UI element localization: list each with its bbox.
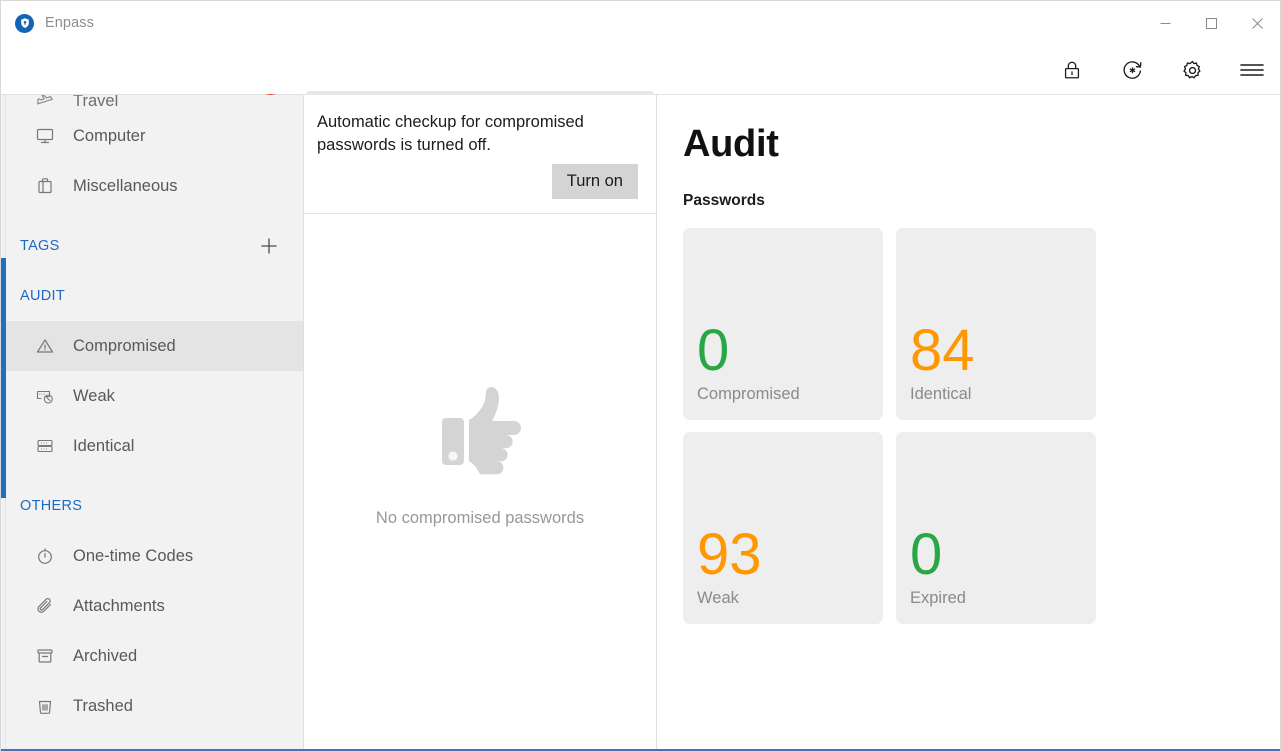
item-list-panel: Automatic checkup for compromised passwo… (304, 95, 657, 751)
sidebar-item-label: Attachments (73, 596, 165, 615)
monitor-icon (34, 126, 56, 146)
audit-card-value: 0 (910, 521, 943, 587)
sidebar-section-audit: AUDIT (6, 271, 303, 321)
audit-card-expired[interactable]: 0 Expired (896, 432, 1096, 624)
sidebar-item-label: One-time Codes (73, 546, 194, 565)
enpass-window: Enpass Search (0, 0, 1281, 752)
sidebar-item-label: Computer (73, 126, 146, 145)
sidebar-section-others: OTHERS (6, 481, 303, 531)
empty-state: No compromised passwords (304, 214, 656, 751)
lock-icon[interactable] (1058, 56, 1086, 84)
sidebar-section-label: AUDIT (20, 288, 65, 304)
gear-icon[interactable] (1178, 56, 1206, 84)
close-button[interactable] (1234, 1, 1280, 45)
hamburger-menu-icon[interactable] (1238, 56, 1266, 84)
sidebar-item-travel[interactable]: Travel (6, 95, 303, 111)
sidebar-item-label: Archived (73, 646, 138, 665)
sidebar-item-attachments[interactable]: Attachments (6, 581, 303, 631)
maximize-button[interactable] (1188, 1, 1234, 45)
audit-card-label: Compromised (697, 385, 800, 403)
sidebar-section-tags: TAGS (6, 221, 303, 271)
archive-box-icon (34, 646, 56, 666)
main-body: Travel Computer Miscellaneous TAGS AUDIT… (1, 95, 1280, 751)
sidebar-item-one-time-codes[interactable]: One-time Codes (6, 531, 303, 581)
refresh-asterisk-icon[interactable] (1118, 56, 1146, 84)
sidebar-item-weak[interactable]: Weak (6, 371, 303, 421)
title-bar: Enpass (1, 1, 1280, 45)
audit-card-value: 93 (697, 521, 762, 587)
audit-card-compromised[interactable]: 0 Compromised (683, 228, 883, 420)
main-toolbar: Search (1, 45, 1280, 130)
notice-actions: Turn on (317, 163, 638, 199)
sidebar-section-label: TAGS (20, 238, 60, 254)
sidebar-item-label: Trashed (73, 696, 133, 715)
audit-card-value: 0 (697, 317, 730, 383)
sidebar-section-label: OTHERS (20, 498, 83, 514)
sidebar-item-label: Travel (73, 95, 119, 110)
add-tag-icon[interactable] (259, 236, 279, 256)
minimize-button[interactable] (1142, 1, 1188, 45)
audit-cards: 0 Compromised 84 Identical 93 Weak 0 Exp… (683, 228, 1099, 624)
sidebar-item-archived[interactable]: Archived (6, 631, 303, 681)
audit-panel: Audit Passwords 0 Compromised 84 Identic… (657, 95, 1280, 751)
window-bottom-accent (1, 749, 1280, 751)
sidebar-item-identical[interactable]: Identical (6, 421, 303, 471)
sidebar-item-label: Identical (73, 436, 135, 455)
sidebar-item-miscellaneous[interactable]: Miscellaneous (6, 161, 303, 211)
toolbar-actions (1058, 45, 1266, 95)
app-title: Enpass (45, 15, 94, 31)
audit-card-label: Weak (697, 589, 739, 607)
audit-card-weak[interactable]: 93 Weak (683, 432, 883, 624)
sidebar-item-label: Miscellaneous (73, 176, 178, 195)
paperclip-icon (34, 596, 56, 616)
sidebar-item-trashed[interactable]: Trashed (6, 681, 303, 731)
warning-triangle-icon (34, 336, 56, 356)
enpass-shield-logo-icon (15, 13, 34, 33)
weak-password-icon (34, 386, 56, 406)
briefcase-icon (34, 176, 56, 196)
turn-on-button[interactable]: Turn on (551, 163, 638, 199)
audit-card-label: Expired (910, 589, 966, 607)
sidebar-item-computer[interactable]: Computer (6, 111, 303, 161)
sidebar-scroll-content: Travel Computer Miscellaneous TAGS AUDIT… (1, 95, 303, 751)
audit-card-identical[interactable]: 84 Identical (896, 228, 1096, 420)
travel-icon (34, 95, 56, 111)
sidebar-item-label: Compromised (73, 336, 176, 355)
page-title: Audit (683, 123, 779, 165)
auto-checkup-notice: Automatic checkup for compromised passwo… (304, 95, 656, 214)
audit-card-value: 84 (910, 317, 975, 383)
sidebar-item-compromised[interactable]: Compromised (1, 321, 303, 371)
sidebar-item-label: Weak (73, 386, 115, 405)
stopwatch-icon (34, 546, 56, 566)
notice-message: Automatic checkup for compromised passwo… (317, 113, 584, 155)
audit-section-label: Passwords (683, 192, 765, 209)
thumbs-up-icon (428, 376, 532, 485)
sidebar: Travel Computer Miscellaneous TAGS AUDIT… (1, 95, 304, 751)
audit-card-label: Identical (910, 385, 972, 403)
identical-passwords-icon (34, 436, 56, 456)
window-controls (1142, 1, 1280, 45)
trash-icon (34, 696, 56, 716)
empty-state-message: No compromised passwords (375, 509, 585, 528)
